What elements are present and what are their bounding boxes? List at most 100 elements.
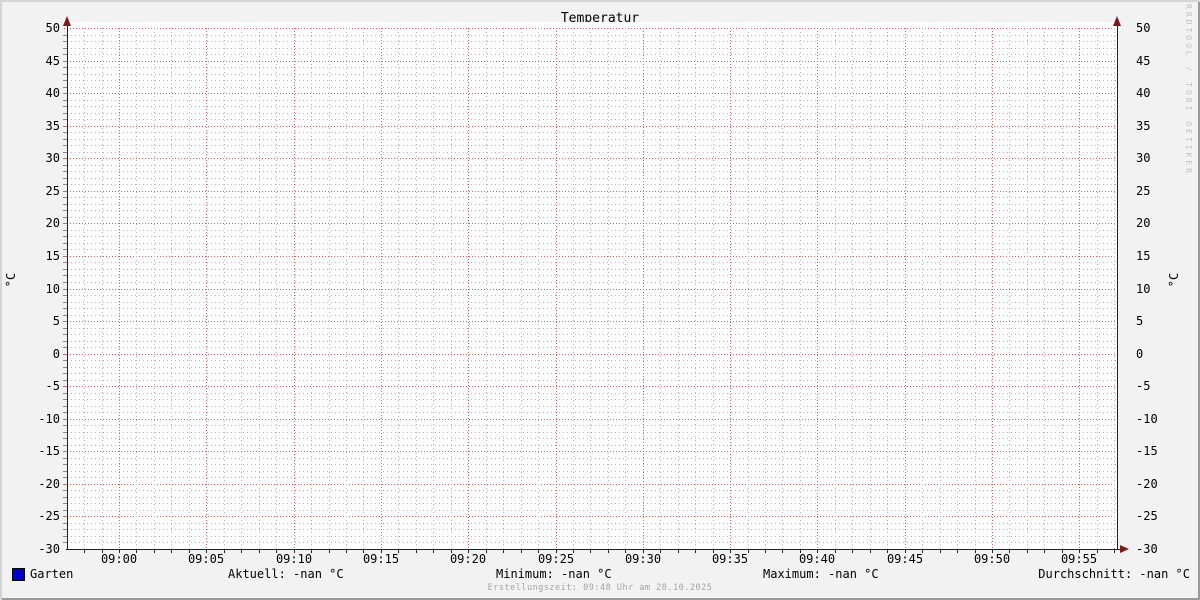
grid-minor-v xyxy=(259,28,260,549)
grid-major-v xyxy=(905,28,906,553)
y-tick-label-right: 40 xyxy=(1136,86,1151,100)
grid-minor-v xyxy=(1027,28,1028,549)
x-axis-tick xyxy=(433,550,434,553)
x-axis-tick xyxy=(259,550,260,553)
grid-minor-v xyxy=(171,28,172,549)
legend-stat-durchschnitt: Durchschnitt: -nan °C xyxy=(1038,567,1190,581)
grid-major-v xyxy=(381,28,382,553)
grid-minor-v xyxy=(241,28,242,549)
x-tick-label: 09:55 xyxy=(1060,552,1098,566)
y-tick-label-left: 25 xyxy=(45,184,60,198)
x-axis-tick xyxy=(416,550,417,553)
x-axis-tick xyxy=(678,550,679,553)
grid-minor-v xyxy=(782,28,783,549)
grid-minor-v xyxy=(957,28,958,549)
x-axis-tick xyxy=(957,550,958,553)
y-tick-label-right: 45 xyxy=(1136,54,1151,68)
x-axis-tick xyxy=(154,550,155,553)
y-tick-label-right: 25 xyxy=(1136,184,1151,198)
legend-swatch-garten xyxy=(12,568,25,581)
grid-minor-v xyxy=(975,28,976,549)
y-axis-arrow-left-icon xyxy=(63,16,71,26)
grid-major-v xyxy=(817,28,818,553)
grid-minor-v xyxy=(1114,28,1115,549)
grid-minor-v xyxy=(416,28,417,549)
y-tick-label-right: 0 xyxy=(1136,347,1144,361)
grid-minor-v xyxy=(852,28,853,549)
grid-minor-v xyxy=(835,28,836,549)
grid-minor-v xyxy=(887,28,888,549)
y-tick-label-left: -5 xyxy=(45,379,60,393)
y-tick-label-left: -20 xyxy=(38,477,60,491)
legend-series-label: Garten xyxy=(30,567,74,581)
grid-minor-v xyxy=(765,28,766,549)
grid-minor-v xyxy=(1009,28,1010,549)
y-tick-label-right: -30 xyxy=(1136,542,1158,556)
grid-minor-v xyxy=(346,28,347,549)
x-tick-label: 09:15 xyxy=(362,552,400,566)
y-tick-label-left: 50 xyxy=(45,21,60,35)
x-axis-tick xyxy=(329,550,330,553)
grid-minor-v xyxy=(748,28,749,549)
y-tick-label-right: 10 xyxy=(1136,282,1151,296)
x-axis-tick xyxy=(870,550,871,553)
grid-major-v xyxy=(119,28,120,553)
grid-minor-v xyxy=(1097,28,1098,549)
grid-minor-v xyxy=(189,28,190,549)
grid-minor-v xyxy=(800,28,801,549)
x-axis-tick xyxy=(608,550,609,553)
y-tick-label-left: -25 xyxy=(38,509,60,523)
y-tick-label-left: 30 xyxy=(45,151,60,165)
grid-minor-v xyxy=(590,28,591,549)
y-tick-label-right: -20 xyxy=(1136,477,1158,491)
grid-minor-v xyxy=(102,28,103,549)
grid-minor-v xyxy=(870,28,871,549)
y-tick-label-left: 10 xyxy=(45,282,60,296)
legend-stat-maximum: Maximum: -nan °C xyxy=(763,567,879,581)
x-tick-label: 09:45 xyxy=(886,552,924,566)
x-axis-tick xyxy=(590,550,591,553)
y-tick-label-right: -25 xyxy=(1136,509,1158,523)
grid-minor-v xyxy=(573,28,574,549)
x-tick-label: 09:20 xyxy=(449,552,487,566)
grid-major-v xyxy=(468,28,469,553)
grid-minor-v xyxy=(660,28,661,549)
x-tick-label: 09:05 xyxy=(187,552,225,566)
y-tick-label-right: 20 xyxy=(1136,216,1151,230)
grid-minor-v xyxy=(1062,28,1063,549)
y-tick-label-right: 30 xyxy=(1136,151,1151,165)
x-axis-tick xyxy=(695,550,696,553)
y-tick-label-left: 35 xyxy=(45,119,60,133)
legend-stat-aktuell: Aktuell: -nan °C xyxy=(228,567,344,581)
grid-major-v xyxy=(730,28,731,553)
y-tick-label-right: 50 xyxy=(1136,21,1151,35)
grid-minor-v xyxy=(224,28,225,549)
rrdtool-watermark: RRDTOOL / TOBI OETIKER xyxy=(1184,4,1193,176)
x-axis-tick xyxy=(521,550,522,553)
grid-minor-v xyxy=(84,28,85,549)
y-tick-label-right: -15 xyxy=(1136,444,1158,458)
y-tick-label-left: 20 xyxy=(45,216,60,230)
y-axis-arrow-right-icon xyxy=(1113,16,1121,26)
x-axis-tick xyxy=(940,550,941,553)
grid-major-v xyxy=(992,28,993,553)
x-axis-arrow-icon xyxy=(1120,545,1129,553)
grid-minor-v xyxy=(940,28,941,549)
rrdtool-temperature-graph: Temperatur RRDTOOL / TOBI OETIKER °C °C … xyxy=(0,0,1200,600)
x-tick-label: 09:35 xyxy=(711,552,749,566)
grid-minor-v xyxy=(695,28,696,549)
grid-major-v xyxy=(556,28,557,553)
x-tick-label: 09:30 xyxy=(624,552,662,566)
x-axis-tick xyxy=(171,550,172,553)
x-tick-label: 09:25 xyxy=(537,552,575,566)
grid-minor-v xyxy=(713,28,714,549)
grid-major-v xyxy=(643,28,644,553)
x-tick-label: 09:50 xyxy=(973,552,1011,566)
y-tick-label-right: 5 xyxy=(1136,314,1144,328)
grid-minor-v xyxy=(276,28,277,549)
grid-minor-v xyxy=(451,28,452,549)
grid-minor-v xyxy=(433,28,434,549)
x-axis-tick xyxy=(852,550,853,553)
x-axis-tick xyxy=(1044,550,1045,553)
grid-major-v xyxy=(1079,28,1080,553)
